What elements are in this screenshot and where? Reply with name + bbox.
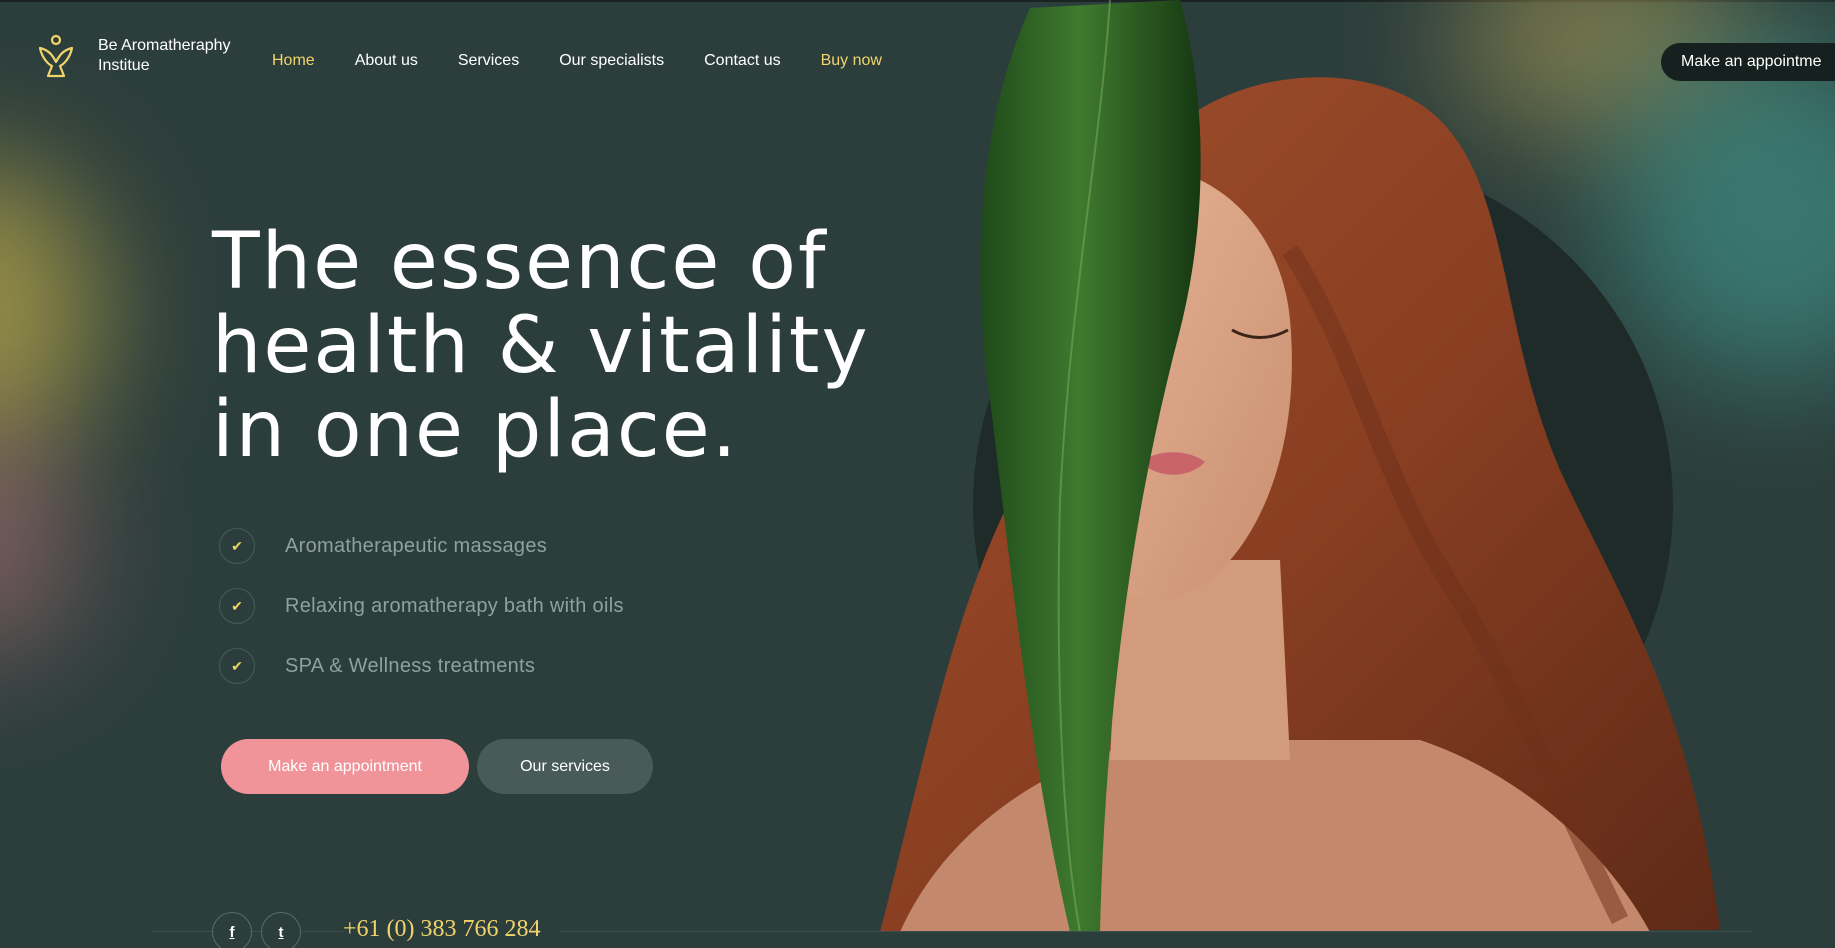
- phone-number[interactable]: +61 (0) 383 766 284: [343, 916, 559, 943]
- hero-image: [860, 0, 1760, 933]
- brand-name: Be Aromatheraphy Institue: [98, 37, 231, 74]
- feature-label: SPA & Wellness treatments: [285, 654, 536, 677]
- ambient-glow-yellow-left: [0, 160, 100, 460]
- feature-item: ✔ Aromatherapeutic massages: [219, 528, 624, 564]
- brand-logo[interactable]: Be Aromatheraphy Institue: [36, 34, 238, 78]
- ambient-glow-pink-left: [0, 430, 80, 660]
- twitter-icon[interactable]: t: [261, 912, 301, 948]
- facebook-icon[interactable]: f: [212, 912, 252, 948]
- nav-services[interactable]: Services: [458, 52, 519, 70]
- nav-contact-us[interactable]: Contact us: [704, 52, 780, 70]
- check-icon: ✔: [219, 648, 255, 684]
- nav-about-us[interactable]: About us: [355, 52, 418, 70]
- nav-home[interactable]: Home: [272, 52, 315, 70]
- our-services-button[interactable]: Our services: [477, 739, 653, 794]
- woman-with-leaf-image: [880, 0, 1720, 933]
- nav-buy-now[interactable]: Buy now: [821, 52, 882, 70]
- feature-label: Aromatherapeutic massages: [285, 534, 548, 557]
- make-appointment-button[interactable]: Make an appointment: [221, 739, 469, 794]
- feature-label: Relaxing aromatherapy bath with oils: [285, 594, 624, 617]
- check-icon: ✔: [219, 588, 255, 624]
- header-appointment-button[interactable]: Make an appointme: [1661, 43, 1835, 81]
- page: Be Aromatheraphy Institue Home About us …: [0, 0, 1835, 948]
- main-nav: Home About us Services Our specialists C…: [272, 52, 882, 70]
- check-icon: ✔: [219, 528, 255, 564]
- feature-item: ✔ Relaxing aromatherapy bath with oils: [219, 588, 624, 624]
- nav-our-specialists[interactable]: Our specialists: [559, 52, 664, 70]
- hero-headline: The essence of health & vitality in one …: [212, 217, 870, 475]
- figure-logo-icon: [38, 34, 74, 78]
- feature-item: ✔ SPA & Wellness treatments: [219, 648, 624, 684]
- feature-list: ✔ Aromatherapeutic massages ✔ Relaxing a…: [219, 528, 624, 708]
